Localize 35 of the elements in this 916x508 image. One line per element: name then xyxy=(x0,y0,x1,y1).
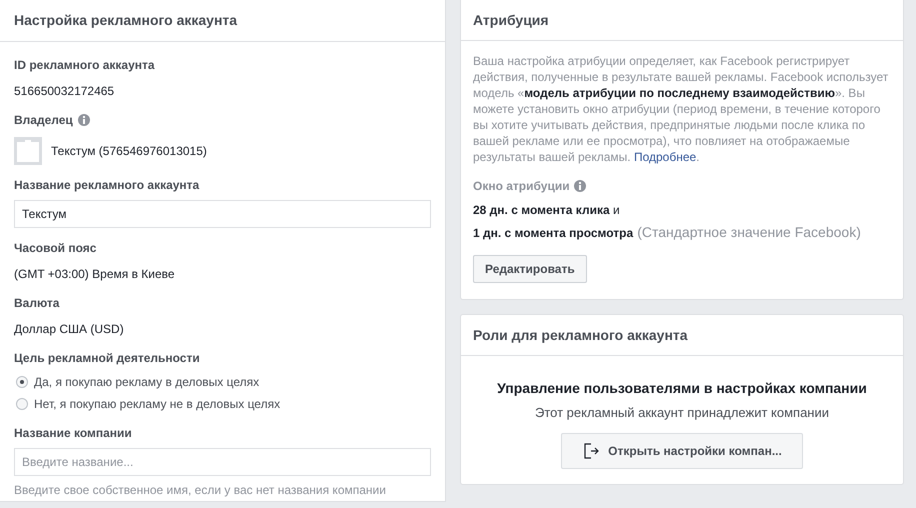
field-value: 516650032172465 xyxy=(14,83,116,100)
info-icon[interactable] xyxy=(78,114,90,126)
input-field[interactable]: Введите название... xyxy=(14,448,431,476)
field-label: Название компании xyxy=(14,425,132,442)
edit-button[interactable]: Редактировать xyxy=(473,255,587,283)
field-label: Название рекламного аккаунта xyxy=(14,177,200,194)
attribution-description: Ваша настройка атрибуции определяет, как Facebook регистрирует действия, полученные в результате вашей рекламы. Facebook использует модель «модель атрибуции по последнему взаимодействию». Вы можете установить окно атрибуции (период времени, в течение которого вы хотите учитывать действия, предпринятые людьми после клика по вашей рекламе или ее просмотра), что повлияет на отображаемые результаты вашей рекламы. Подробнее. xyxy=(473,53,890,165)
exit-icon xyxy=(582,442,600,460)
owner-name: Текстум (576546976013015) xyxy=(51,143,207,160)
field-label: Цель рекламной деятельности xyxy=(14,350,200,367)
attribution-window-value: 1 дн. с момента просмотра xyxy=(473,225,634,242)
field-hint: Введите свое собственное имя, если у вас нет названия компании xyxy=(14,482,387,499)
roles-heading: Управление пользователями в настройках компании xyxy=(497,379,867,398)
info-icon[interactable] xyxy=(574,180,586,192)
open-business-settings-button[interactable]: Открыть настройки компан... xyxy=(561,432,803,468)
radio-label: Да, я покупаю рекламу в деловых целях xyxy=(34,374,260,391)
field-label: Валюта xyxy=(14,295,60,312)
briefcase-icon xyxy=(14,137,42,165)
radio-button[interactable] xyxy=(16,398,28,410)
input-field[interactable]: Текстум xyxy=(14,200,431,228)
roles-subtitle: Этот рекламный аккаунт принадлежит компании xyxy=(534,404,830,422)
field-label: Владелец xyxy=(14,112,73,129)
learn-more-link[interactable]: Подробнее xyxy=(634,150,696,164)
panel-title: Роли для рекламного аккаунта xyxy=(473,326,688,345)
panel-title: Атрибуция xyxy=(473,10,549,30)
field-label: Окно атрибуции xyxy=(473,178,570,195)
panel-title: Настройка рекламного аккаунта xyxy=(14,11,238,30)
default-value-note: (Стандартное значение Facebook) xyxy=(637,223,861,242)
radio-label: Нет, я покупаю рекламу не в деловых целях xyxy=(34,396,280,413)
field-value: (GMT +03:00) Время в Киеве xyxy=(14,266,176,283)
radio-button[interactable] xyxy=(16,376,28,388)
field-label: ID рекламного аккаунта xyxy=(14,57,155,74)
attribution-window-value: 28 дн. с момента клика и xyxy=(473,202,620,219)
field-value: Доллар США (USD) xyxy=(14,321,125,338)
field-label: Часовой пояс xyxy=(14,240,96,257)
